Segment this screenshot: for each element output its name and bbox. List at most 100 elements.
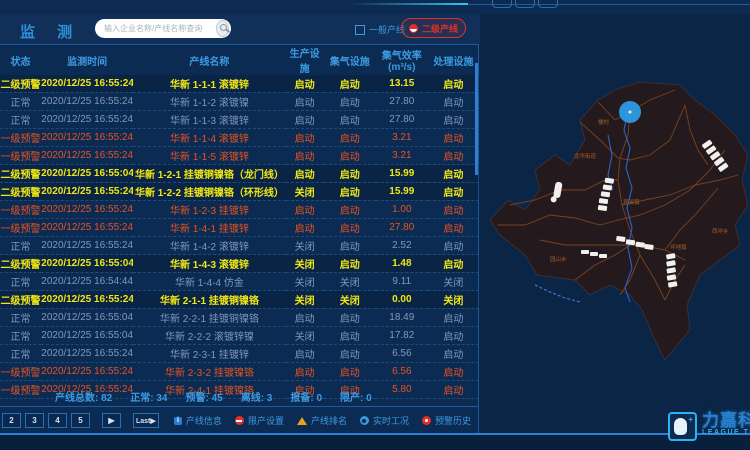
footer-legend: i产线信息限产设置产线排名实时工况 预警历史: [174, 414, 471, 427]
search-box[interactable]: [95, 19, 231, 38]
search-input[interactable]: [95, 20, 216, 37]
cell-status: 正常: [0, 327, 41, 345]
cell-eff: 18.49: [376, 309, 428, 327]
cell-eff: 3.21: [376, 129, 428, 147]
cell-prod: 关闭: [286, 327, 324, 345]
table-row[interactable]: 正常2020/12/25 16:55:04华新 2-2-2 滚镀锌镍关闭启动17…: [0, 327, 479, 345]
table-row[interactable]: 二级预警2020/12/25 16:55:24华新 1-1-1 滚镀锌启动启动1…: [0, 75, 479, 93]
search-icon-handle: [226, 29, 230, 33]
column-header: 监测时间: [41, 45, 133, 75]
legend-button-2[interactable]: 限产设置: [235, 414, 284, 427]
cell-eff: 1.48: [376, 255, 428, 273]
cell-time: 2020/12/25 16:55:04: [41, 309, 133, 327]
cell-prod: 启动: [286, 309, 324, 327]
monitoring-table: 状态监测时间产线名称生产设施集气设施集气效率(m³/s)处理设施 二级预警202…: [0, 45, 479, 399]
monitoring-panel: 状态监测时间产线名称生产设施集气设施集气效率(m³/s)处理设施 二级预警202…: [0, 44, 479, 433]
table-row[interactable]: 正常2020/12/25 16:55:24华新 2-3-1 挂镀锌启动启动6.5…: [0, 345, 479, 363]
table-row[interactable]: 正常2020/12/25 16:55:24华新 1-1-3 滚镀锌启动启动27.…: [0, 111, 479, 129]
cell-gas: 关闭: [324, 291, 376, 309]
table-row[interactable]: 正常2020/12/25 16:54:44华新 1-4-4 仿金关闭关闭9.11…: [0, 273, 479, 291]
table-scrollbar[interactable]: [475, 63, 478, 175]
level2-line-button[interactable]: 二级产线: [401, 18, 466, 38]
cell-gas: 启动: [324, 255, 376, 273]
table-row[interactable]: 一级预警2020/12/25 16:55:24华新 1-4-1 挂镀锌启动启动2…: [0, 219, 479, 237]
cell-prod: 启动: [286, 93, 324, 111]
cell-treat: 启动: [428, 129, 479, 147]
cell-name: 华新 1-4-1 挂镀锌: [133, 219, 285, 237]
legend-button-3[interactable]: 产线排名: [297, 414, 347, 427]
cell-status: 二级预警: [0, 183, 41, 201]
last-page-button[interactable]: Last▶: [133, 413, 159, 428]
cell-status: 一级预警: [0, 147, 41, 165]
cell-eff: 3.21: [376, 147, 428, 165]
cell-time: 2020/12/25 16:55:24: [41, 183, 133, 201]
bottom-strip: [0, 435, 750, 450]
cell-time: 2020/12/25 16:55:24: [41, 345, 133, 363]
table-row[interactable]: 一级预警2020/12/25 16:55:24华新 1-2-3 挂镀锌启动启动1…: [0, 201, 479, 219]
pagination: 2345 ▶ Last▶: [2, 413, 159, 428]
cell-gas: 启动: [324, 183, 376, 201]
legend-label: 预警历史: [435, 414, 471, 427]
summary-bar: 产线总数: 82正常: 34预警: 45离线: 3报备: 0限产: 0: [0, 387, 479, 406]
cell-prod: 启动: [286, 147, 324, 165]
table-row[interactable]: 正常2020/12/25 16:55:04华新 2-2-1 挂镀铜镍铬启动启动1…: [0, 309, 479, 327]
page-button-5[interactable]: 5: [71, 413, 90, 428]
next-page-button[interactable]: ▶: [102, 413, 121, 428]
cell-treat: 启动: [428, 201, 479, 219]
cell-eff: 6.56: [376, 345, 428, 363]
page-button-2[interactable]: 2: [2, 413, 21, 428]
table-row[interactable]: 正常2020/12/25 16:55:24华新 1-1-2 滚镀镍启动启动27.…: [0, 93, 479, 111]
cell-treat: 启动: [428, 183, 479, 201]
cell-gas: 启动: [324, 129, 376, 147]
gauge-icon: [360, 416, 369, 425]
cell-gas: 启动: [324, 237, 376, 255]
column-header: 状态: [0, 45, 41, 75]
checkbox-icon[interactable]: [355, 25, 365, 35]
table-row[interactable]: 二级预警2020/12/25 16:55:04华新 1-4-3 滚镀锌关闭启动1…: [0, 255, 479, 273]
summary-item: 报备: 0: [290, 389, 322, 404]
cell-time: 2020/12/25 16:55:24: [41, 93, 133, 111]
info-square-icon: i: [174, 417, 182, 425]
cell-prod: 启动: [286, 75, 324, 93]
cell-eff: 15.99: [376, 165, 428, 183]
legend-button-5[interactable]: 预警历史: [422, 414, 471, 427]
cell-treat: 启动: [428, 111, 479, 129]
cell-prod: 关闭: [286, 237, 324, 255]
table-row[interactable]: 二级预警2020/12/25 16:55:24华新 1-2-2 挂镀铜镍铬（环形…: [0, 183, 479, 201]
summary-item: 限产: 0: [340, 389, 372, 404]
table-row[interactable]: 正常2020/12/25 16:55:24华新 1-4-2 滚镀锌关闭启动2.5…: [0, 237, 479, 255]
logo-face-glyph: [674, 418, 687, 435]
cell-status: 正常: [0, 345, 41, 363]
page-button-3[interactable]: 3: [25, 413, 44, 428]
table-row[interactable]: 二级预警2020/12/25 16:55:24华新 2-1-1 挂镀铜镍铬关闭关…: [0, 291, 479, 309]
table-row[interactable]: 一级预警2020/12/25 16:55:24华新 1-1-4 滚镀锌启动启动3…: [0, 129, 479, 147]
search-button[interactable]: [216, 20, 229, 37]
summary-item: 离线: 3: [241, 389, 273, 404]
cell-name: 华新 1-1-2 滚镀镍: [133, 93, 285, 111]
cell-eff: 13.15: [376, 75, 428, 93]
legend-button-1[interactable]: i产线信息: [174, 414, 222, 427]
cell-time: 2020/12/25 16:54:44: [41, 273, 133, 291]
table-row[interactable]: 一级预警2020/12/25 16:55:24华新 1-1-5 滚镀锌启动启动3…: [0, 147, 479, 165]
cell-time: 2020/12/25 16:55:04: [41, 255, 133, 273]
cell-time: 2020/12/25 16:55:24: [41, 111, 133, 129]
column-header: 集气设施: [324, 45, 376, 75]
region-map[interactable]: 楼村龙华街道观澜镇坪地镇西冲乡园山乡: [480, 40, 750, 435]
table-row[interactable]: 二级预警2020/12/25 16:55:04华新 1-2-1 挂镀铜镍铬（龙门…: [0, 165, 479, 183]
map-place-label: 园山乡: [550, 255, 567, 263]
cell-gas: 启动: [324, 93, 376, 111]
general-line-filter[interactable]: 一般产线: [355, 23, 405, 36]
alert-roundel-icon: [409, 24, 418, 33]
cell-status: 一级预警: [0, 201, 41, 219]
cell-treat: 关闭: [428, 291, 479, 309]
summary-item: 产线总数: 82: [55, 389, 112, 404]
page-button-4[interactable]: 4: [48, 413, 67, 428]
table-row[interactable]: 一级预警2020/12/25 16:55:24华新 2-3-2 挂镀镍铬启动启动…: [0, 363, 479, 381]
cell-eff: 27.80: [376, 111, 428, 129]
panel-footer: 2345 ▶ Last▶ i产线信息限产设置产线排名实时工况 预警历史: [0, 406, 479, 434]
cell-name: 华新 1-4-3 滚镀锌: [133, 255, 285, 273]
cell-treat: 启动: [428, 237, 479, 255]
cell-name: 华新 2-3-2 挂镀镍铬: [133, 363, 285, 381]
legend-button-4[interactable]: 实时工况: [360, 414, 409, 427]
cell-prod: 启动: [286, 219, 324, 237]
